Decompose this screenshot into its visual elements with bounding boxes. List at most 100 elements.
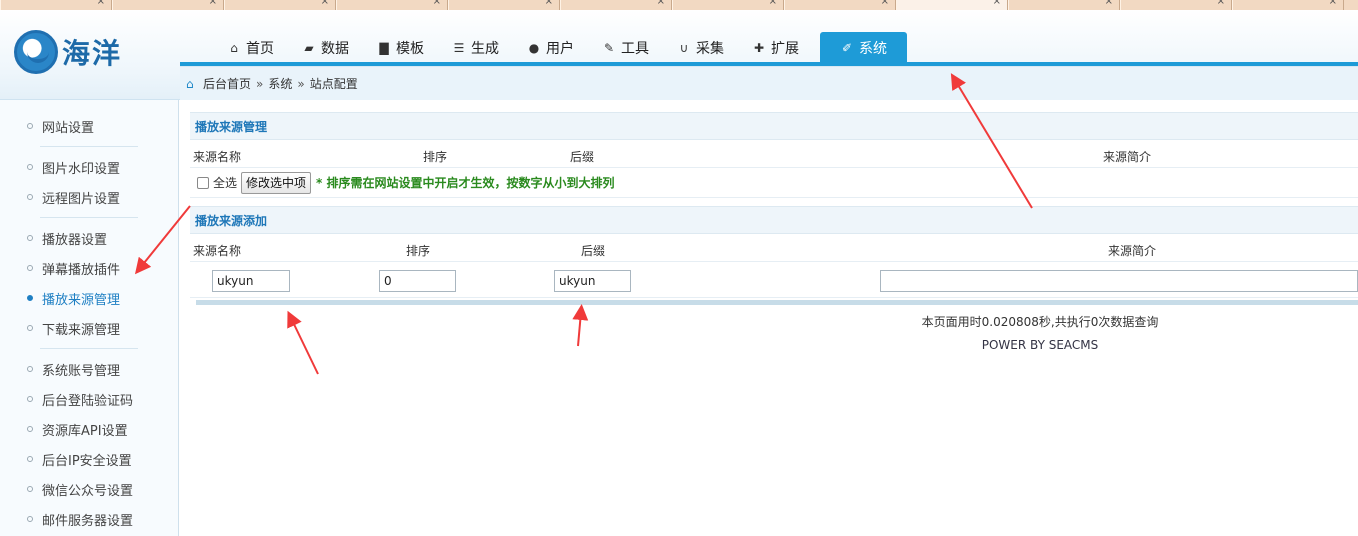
- edit-icon: ✐: [841, 41, 853, 55]
- sidebar-item-download-source[interactable]: 下载来源管理: [0, 313, 178, 343]
- sidebar-item-captcha[interactable]: 后台登陆验证码: [0, 384, 178, 414]
- sidebar: 网站设置 图片水印设置 远程图片设置 播放器设置 弹幕播放插件 播放来源管理 下…: [0, 100, 179, 536]
- browser-tab[interactable]: ×: [560, 0, 672, 10]
- sidebar-item-site-settings[interactable]: 网站设置: [0, 111, 178, 141]
- manage-section-title: 播放来源管理: [190, 112, 1358, 140]
- nav-label: 数据: [321, 41, 349, 57]
- browser-tab[interactable]: ×: [784, 0, 896, 10]
- column-header-suffix: 后缀: [570, 150, 595, 164]
- browser-tab[interactable]: ×: [112, 0, 224, 10]
- close-icon[interactable]: ×: [657, 0, 665, 7]
- select-all-checkbox[interactable]: [197, 176, 209, 189]
- nav-item-user[interactable]: ● 用户: [514, 32, 587, 64]
- modify-selected-button[interactable]: 修改选中项: [241, 171, 312, 194]
- breadcrumb-home[interactable]: 后台首页: [203, 75, 251, 92]
- sort-note: * 排序需在网站设置中开启才生效，按数字从小到大排列: [316, 176, 615, 190]
- add-input-row: ukyun 0 ukyun: [190, 262, 1358, 298]
- sidebar-item-play-source[interactable]: 播放来源管理: [0, 283, 178, 313]
- main-content: 播放来源管理 来源名称 排序 后缀 来源简介 全选 修改选中项 * 排序需在网站…: [190, 112, 1358, 352]
- nav-item-data[interactable]: ▰ 数据: [289, 32, 362, 64]
- browser-tab[interactable]: ×: [224, 0, 336, 10]
- section-divider-bar: [196, 300, 1358, 305]
- add-table-header: 来源名称 排序 后缀 来源简介: [190, 234, 1358, 262]
- nav-item-extend[interactable]: ✚ 扩展: [739, 32, 812, 64]
- circle-bullet-icon: [27, 456, 33, 462]
- browser-tab[interactable]: ×: [336, 0, 448, 10]
- sidebar-item-danmaku-plugin[interactable]: 弹幕播放插件: [0, 253, 178, 283]
- close-icon[interactable]: ×: [545, 0, 553, 7]
- close-icon[interactable]: ×: [433, 0, 441, 7]
- sidebar-item-api[interactable]: 资源库API设置: [0, 414, 178, 444]
- nav-item-template[interactable]: ▇ 模板: [364, 32, 437, 64]
- close-icon[interactable]: ×: [1217, 0, 1225, 7]
- column-header-name: 来源名称: [193, 150, 242, 164]
- sidebar-item-ip-security[interactable]: 后台IP安全设置: [0, 444, 178, 474]
- browser-tab[interactable]: ×: [448, 0, 560, 10]
- sidebar-item-mail-server[interactable]: 邮件服务器设置: [0, 504, 178, 534]
- manage-toolbar: 全选 修改选中项 * 排序需在网站设置中开启才生效，按数字从小到大排列: [190, 168, 1358, 198]
- nav-label: 采集: [696, 41, 724, 57]
- close-icon[interactable]: ×: [881, 0, 889, 7]
- source-intro-input[interactable]: [880, 270, 1358, 292]
- sidebar-item-label: 远程图片设置: [42, 191, 121, 207]
- nav-item-tools[interactable]: ✎ 工具: [589, 32, 662, 64]
- circle-bullet-icon: [27, 265, 33, 271]
- close-icon[interactable]: ×: [1329, 0, 1337, 7]
- sidebar-item-label: 下载来源管理: [42, 322, 121, 338]
- magnet-icon: ∪: [679, 41, 689, 55]
- breadcrumb-current: 站点配置: [309, 77, 358, 91]
- sidebar-item-watermark[interactable]: 图片水印设置: [0, 152, 178, 182]
- close-icon[interactable]: ×: [209, 0, 217, 7]
- sidebar-item-label: 网站设置: [42, 120, 95, 136]
- browser-tab[interactable]: ×: [1232, 0, 1344, 10]
- browser-tab[interactable]: ×: [0, 0, 112, 10]
- sidebar-item-label: 弹幕播放插件: [42, 262, 121, 278]
- sidebar-item-label: 播放器设置: [42, 232, 108, 248]
- nav-item-home[interactable]: ⌂ 首页: [214, 32, 287, 64]
- nav-item-generate[interactable]: ☰ 生成: [439, 32, 512, 64]
- breadcrumb-separator: »: [297, 76, 305, 91]
- close-icon[interactable]: ×: [97, 0, 105, 7]
- circle-bullet-icon: [27, 325, 33, 331]
- browser-tab[interactable]: ×: [1120, 0, 1232, 10]
- source-order-input[interactable]: 0: [379, 270, 456, 292]
- sidebar-item-label: 后台IP安全设置: [42, 453, 132, 469]
- sidebar-item-player-settings[interactable]: 播放器设置: [0, 223, 178, 253]
- circle-bullet-icon: [27, 235, 33, 241]
- close-icon[interactable]: ×: [993, 0, 1001, 7]
- circle-bullet-icon: [27, 426, 33, 432]
- add-section-title: 播放来源添加: [190, 206, 1358, 234]
- close-icon[interactable]: ×: [321, 0, 329, 7]
- server-icon: ☰: [453, 41, 465, 55]
- sidebar-item-label: 资源库API设置: [42, 423, 128, 439]
- nav-item-system[interactable]: ✐ 系统: [820, 32, 907, 64]
- close-icon[interactable]: ×: [1105, 0, 1113, 7]
- close-icon[interactable]: ×: [769, 0, 777, 7]
- browser-tab-strip: × × × × × × × × × × × ×: [0, 0, 1358, 10]
- select-all-label[interactable]: 全选: [213, 174, 237, 191]
- source-name-input[interactable]: ukyun: [212, 270, 290, 292]
- breadcrumb-system[interactable]: 系统: [268, 75, 292, 92]
- sidebar-divider: [40, 146, 138, 147]
- footer-power: POWER BY SEACMS: [981, 338, 1099, 352]
- nav-label: 生成: [471, 41, 499, 57]
- sidebar-item-wechat[interactable]: 微信公众号设置: [0, 474, 178, 504]
- nav-label: 扩展: [771, 41, 799, 57]
- browser-tab[interactable]: ×: [1008, 0, 1120, 10]
- nav-item-collect[interactable]: ∪ 采集: [664, 32, 737, 64]
- nav-label: 工具: [621, 41, 649, 57]
- home-icon: ⌂: [230, 41, 238, 55]
- source-suffix-input[interactable]: ukyun: [554, 270, 631, 292]
- logo[interactable]: 海洋: [14, 30, 122, 74]
- circle-bullet-icon: [27, 164, 33, 170]
- browser-tab[interactable]: ×: [672, 0, 784, 10]
- sidebar-item-remote-image[interactable]: 远程图片设置: [0, 182, 178, 212]
- book-icon: ▰: [304, 41, 314, 55]
- top-nav: ⌂ 首页 ▰ 数据 ▇ 模板 ☰ 生成 ● 用户 ✎ 工具 ∪ 采集 ✚ 扩展 ✐ 系统: [214, 32, 909, 64]
- circle-bullet-icon: [27, 194, 33, 200]
- circle-bullet-icon: [27, 366, 33, 372]
- browser-tab-active[interactable]: ×: [896, 0, 1008, 10]
- sidebar-item-accounts[interactable]: 系统账号管理: [0, 354, 178, 384]
- nav-label: 系统: [859, 41, 887, 57]
- sidebar-divider: [40, 348, 138, 349]
